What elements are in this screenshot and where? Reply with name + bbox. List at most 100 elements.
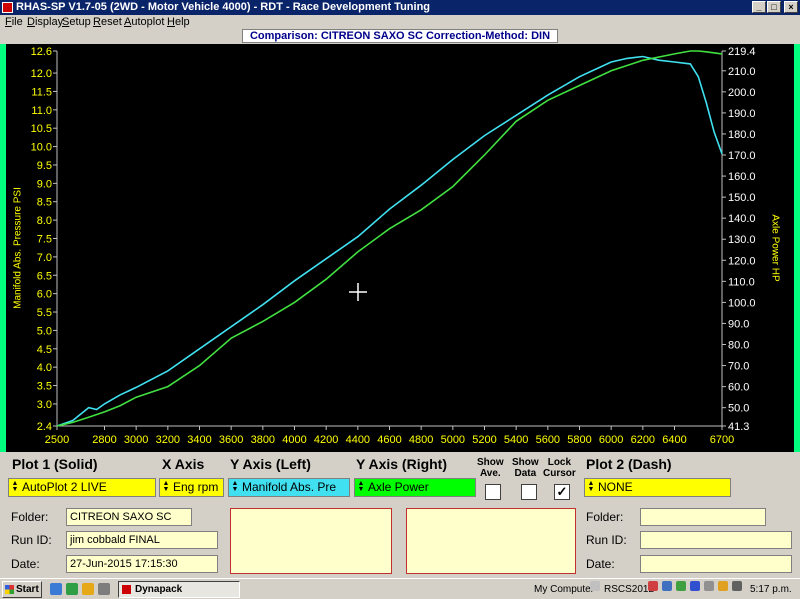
- x-tick-label: 6200: [631, 434, 655, 446]
- updown-arrows-icon: ▲ ▼: [357, 480, 365, 493]
- close-button[interactable]: ×: [784, 1, 798, 13]
- y-right-tick-label: 130.0: [728, 234, 756, 246]
- volume-icon[interactable]: [704, 581, 714, 591]
- windows-logo-icon: [5, 585, 14, 594]
- xaxis-label: X Axis: [162, 456, 205, 472]
- show-data-label-line2: Data: [514, 468, 537, 479]
- yright-select[interactable]: ▲ ▼ Axle Power: [354, 478, 476, 497]
- x-tick-label: 4800: [409, 434, 433, 446]
- start-button[interactable]: Start: [2, 581, 42, 598]
- tray-host: RSCS2012: [604, 584, 655, 595]
- show-data-label: Show Data: [512, 457, 539, 479]
- y-right-tick-label: 210.0: [728, 66, 756, 78]
- date-label-1: Date:: [11, 557, 40, 571]
- xaxis-select[interactable]: ▲ ▼ Eng rpm: [159, 478, 224, 497]
- date-field-1[interactable]: 27-Jun-2015 17:15:30: [66, 555, 218, 573]
- show-ave-label-line2: Ave.: [479, 468, 501, 479]
- comparison-banner: Comparison: CITREON SAXO SC Correction-M…: [242, 29, 558, 43]
- menu-help[interactable]: Help: [167, 15, 190, 29]
- monitor-icon[interactable]: [662, 581, 672, 591]
- y-left-tick-label: 10.0: [31, 142, 52, 154]
- tray-my-computer: My Computer: [534, 584, 595, 595]
- yright-label: Y Axis (Right): [356, 456, 448, 472]
- plot1-label: Plot 1 (Solid): [12, 456, 98, 472]
- y-right-tick-label: 120.0: [728, 255, 756, 267]
- yleft-select[interactable]: ▲ ▼ Manifold Abs. Pre: [228, 478, 350, 497]
- lock-cursor-label-line2: Cursor: [543, 468, 576, 479]
- show-data-checkbox[interactable]: [521, 484, 537, 500]
- x-tick-label: 5400: [504, 434, 528, 446]
- y-left-tick-label: 12.6: [31, 46, 52, 58]
- runid-label-2: Run ID:: [586, 533, 627, 547]
- yright-value: Axle Power: [368, 480, 429, 494]
- app-icon[interactable]: [2, 2, 13, 13]
- x-tick-label: 5200: [472, 434, 496, 446]
- lock-cursor-label: Lock Cursor: [543, 457, 576, 479]
- updown-arrows-icon: ▲ ▼: [231, 480, 239, 493]
- date-label-2: Date:: [586, 557, 615, 571]
- x-tick-label: 6700: [710, 434, 734, 446]
- dynapack-icon: [122, 585, 131, 594]
- right-side-bar: [794, 44, 800, 452]
- y-right-tick-label: 70.0: [728, 361, 749, 373]
- window-title: RHAS-SP V1.7-05 (2WD - Motor Vehicle 400…: [16, 1, 431, 13]
- x-tick-label: 3000: [124, 434, 148, 446]
- y-right-tick-label: 100.0: [728, 297, 756, 309]
- x-tick-label: 4000: [282, 434, 306, 446]
- task-label: Dynapack: [135, 584, 183, 595]
- updown-arrows-icon: ▲ ▼: [587, 480, 595, 493]
- browser-icon[interactable]: [50, 583, 62, 595]
- x-tick-label: 6000: [599, 434, 623, 446]
- network-icon[interactable]: [590, 581, 600, 591]
- menu-autoplot[interactable]: Autoplot: [124, 15, 164, 29]
- plot1-select[interactable]: ▲ ▼ AutoPlot 2 LIVE: [8, 478, 156, 497]
- x-tick-label: 5000: [441, 434, 465, 446]
- minimize-button[interactable]: _: [752, 1, 766, 13]
- start-label: Start: [16, 584, 39, 595]
- x-tick-label: 3600: [219, 434, 243, 446]
- chart-area[interactable]: 2.4 3.0 3.5 4.0 4.5 5.0 5.5 6.0 6.5 7.0 7.5 8.0 8.5 9…: [6, 44, 794, 452]
- x-tick-label: 3200: [156, 434, 180, 446]
- security-icon[interactable]: [648, 581, 658, 591]
- bluetooth-icon[interactable]: [690, 581, 700, 591]
- menu-file[interactable]: File: [5, 15, 23, 29]
- show-ave-checkbox[interactable]: [485, 484, 501, 500]
- maximize-button[interactable]: □: [767, 1, 781, 13]
- series-line: [56, 50, 723, 427]
- desktop-icon[interactable]: [98, 583, 110, 595]
- menu-reset[interactable]: Reset: [93, 15, 122, 29]
- date-field-2[interactable]: [640, 555, 792, 573]
- folder-icon[interactable]: [82, 583, 94, 595]
- notes-box-2[interactable]: [406, 508, 576, 574]
- shield-icon[interactable]: [718, 581, 728, 591]
- runid-field-1[interactable]: jim cobbald FINAL: [66, 531, 218, 549]
- lock-cursor-checkbox[interactable]: ✓: [554, 484, 570, 500]
- folder-label-1: Folder:: [11, 510, 49, 524]
- usb-icon[interactable]: [732, 581, 742, 591]
- y-left-tick-label: 3.5: [37, 381, 52, 393]
- y-right-tick-label: 170.0: [728, 150, 756, 162]
- lock-cursor-label-line1: Lock: [547, 457, 572, 468]
- left-axis-title: Manifold Abs. Pressure PSI: [12, 187, 24, 309]
- y-left-tick-label: 9.5: [37, 160, 52, 172]
- y-left-tick-label: 8.0: [37, 215, 52, 227]
- sync-icon[interactable]: [676, 581, 686, 591]
- media-icon[interactable]: [66, 583, 78, 595]
- y-left-tick-label: 11.0: [31, 105, 52, 117]
- y-right-tick-label: 150.0: [728, 192, 756, 204]
- menu-display[interactable]: Display: [27, 15, 63, 29]
- taskbar-item-dynapack[interactable]: Dynapack: [118, 581, 240, 598]
- updown-arrows-icon: ▲ ▼: [11, 480, 19, 493]
- runid-field-2[interactable]: [640, 531, 792, 549]
- folder-field-2[interactable]: [640, 508, 766, 526]
- dyno-chart[interactable]: 2.4 3.0 3.5 4.0 4.5 5.0 5.5 6.0 6.5 7.0 7.5 8.0 8.5 9…: [6, 44, 794, 452]
- menu-setup[interactable]: Setup: [62, 15, 91, 29]
- plot2-select[interactable]: ▲ ▼ NONE: [584, 478, 731, 497]
- menu-bar: File Display Setup Reset Autoplot Help: [0, 15, 800, 29]
- x-tick-label: 4600: [377, 434, 401, 446]
- show-ave-label: Show Ave.: [477, 457, 504, 479]
- folder-field-1[interactable]: CITREON SAXO SC: [66, 508, 192, 526]
- xaxis-value: Eng rpm: [173, 480, 219, 494]
- y-left-tick-label: 3.0: [37, 399, 52, 411]
- notes-box-1[interactable]: [230, 508, 392, 574]
